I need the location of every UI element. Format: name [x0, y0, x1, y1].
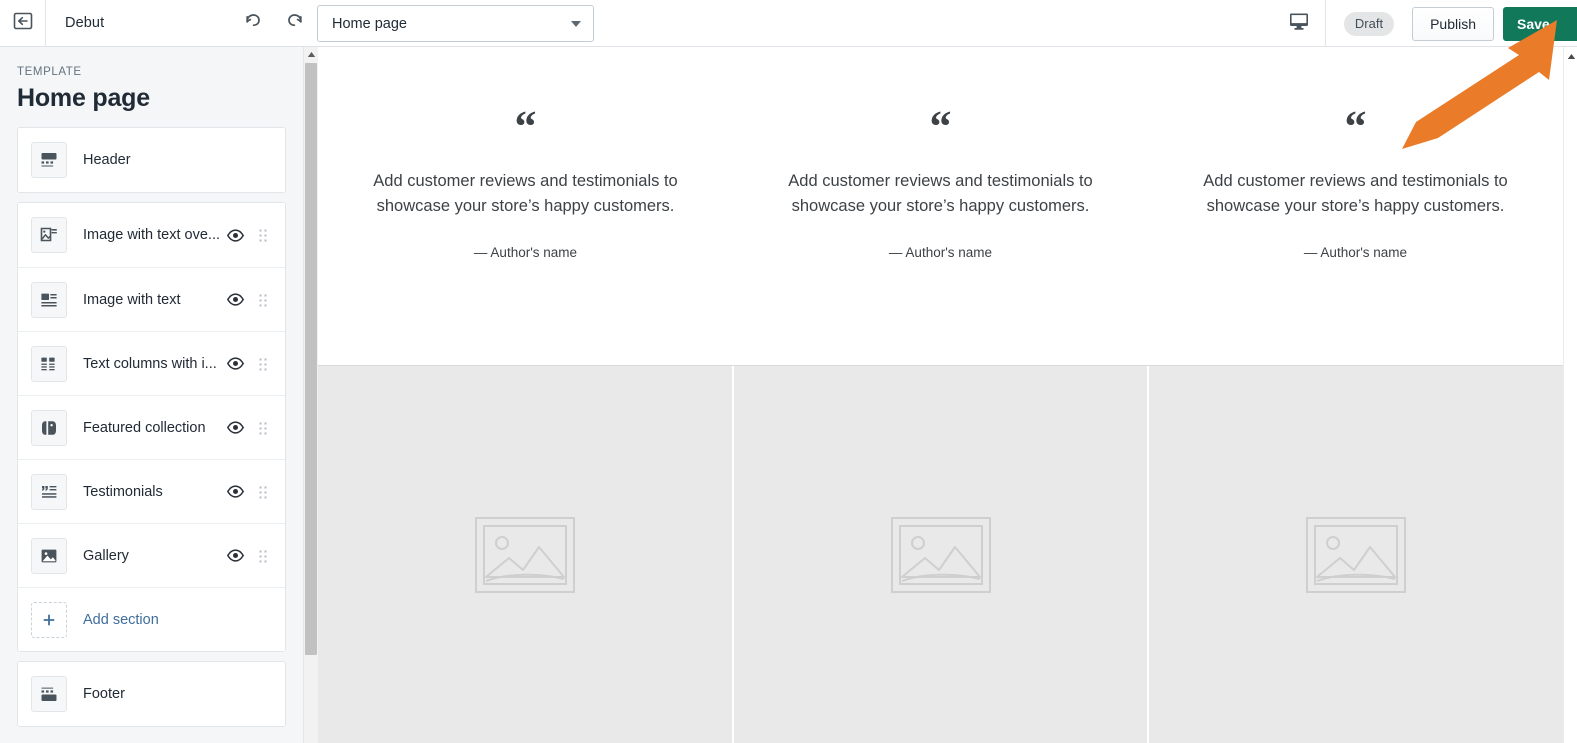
- sections-sidebar: TEMPLATE Home page Header Image with tex…: [0, 47, 303, 743]
- sidebar-scrollbar-thumb[interactable]: [305, 63, 317, 655]
- sidebar-item-image-with-text[interactable]: Image with text: [18, 267, 285, 331]
- sidebar-item-testimonials[interactable]: Testimonials: [18, 459, 285, 523]
- tag-icon: [31, 409, 67, 446]
- testimonial-item: “ Add customer reviews and testimonials …: [1148, 47, 1563, 365]
- drag-handle-icon[interactable]: [251, 351, 273, 377]
- visibility-toggle-icon[interactable]: [222, 543, 248, 569]
- undo-icon: [242, 10, 264, 37]
- testimonials-icon: [31, 473, 67, 510]
- image-placeholder-icon: [1306, 516, 1407, 593]
- sidebar-item-label: Featured collection: [83, 419, 206, 436]
- testimonial-text: Add customer reviews and testimonials to…: [373, 172, 678, 215]
- testimonial-text: Add customer reviews and testimonials to…: [1203, 172, 1508, 215]
- sidebar-item-gallery[interactable]: Gallery: [18, 523, 285, 587]
- visibility-toggle-icon[interactable]: [222, 287, 248, 313]
- drag-handle-icon[interactable]: [251, 415, 273, 441]
- page-selector-value: Home page: [332, 15, 407, 32]
- page-selector[interactable]: Home page: [317, 5, 594, 42]
- sidebar-item-text-columns-with-images[interactable]: Text columns with i...: [18, 331, 285, 395]
- sidebar-item-label: Image with text: [83, 291, 181, 308]
- quote-mark-icon: “: [1344, 102, 1367, 151]
- footer-section-icon: [31, 676, 67, 712]
- image-with-text-icon: [31, 281, 67, 318]
- testimonial-item: “ Add customer reviews and testimonials …: [733, 47, 1148, 365]
- sidebar-item-label: Image with text ove...: [83, 227, 221, 243]
- sidebar-item-image-with-text-overlay[interactable]: Image with text ove...: [18, 203, 285, 267]
- top-bar: Debut Home page Draft Publish Save: [0, 0, 1577, 47]
- toolbar-divider: [1324, 0, 1326, 47]
- testimonial-author: — Author's name: [473, 245, 578, 260]
- drag-handle-icon[interactable]: [251, 287, 273, 313]
- sidebar-item-label: Footer: [83, 686, 125, 702]
- gallery-item[interactable]: [1147, 366, 1563, 743]
- sidebar-item-label: Add section: [83, 611, 159, 628]
- theme-name: Debut: [65, 15, 105, 31]
- sidebar-item-label: Text columns with i...: [83, 355, 217, 372]
- gallery-section: [318, 365, 1563, 743]
- theme-preview: “ Add customer reviews and testimonials …: [318, 47, 1563, 743]
- text-columns-with-images-icon: [31, 345, 67, 382]
- image-placeholder-icon: [474, 516, 575, 593]
- sidebar-item-header[interactable]: Header: [18, 128, 285, 192]
- add-section-icon: [31, 601, 67, 638]
- visibility-toggle-icon[interactable]: [222, 222, 248, 248]
- testimonial-text: Add customer reviews and testimonials to…: [788, 172, 1093, 215]
- chevron-down-icon: [571, 20, 581, 27]
- scroll-up-arrow-icon[interactable]: [304, 47, 318, 61]
- visibility-toggle-icon[interactable]: [222, 415, 248, 441]
- section-group-header: Header: [17, 127, 286, 193]
- testimonial-author: — Author's name: [1303, 245, 1408, 260]
- sidebar-item-label: Testimonials: [83, 483, 163, 500]
- section-group-footer: Footer: [17, 661, 286, 727]
- testimonials-section: “ Add customer reviews and testimonials …: [318, 47, 1563, 365]
- desktop-monitor-icon: [1288, 11, 1310, 36]
- image-placeholder-icon: [890, 516, 991, 593]
- section-group-body: Image with text ove... Image with text T…: [17, 202, 286, 652]
- quote-mark-icon: “: [929, 102, 952, 151]
- device-preview-button[interactable]: [1277, 1, 1321, 47]
- status-badge: Draft: [1343, 11, 1395, 36]
- sidebar-scrollbar[interactable]: [303, 47, 318, 743]
- visibility-toggle-icon[interactable]: [222, 351, 248, 377]
- sidebar-item-label: Gallery: [83, 547, 129, 564]
- header-section-icon: [31, 142, 67, 178]
- testimonial-item: “ Add customer reviews and testimonials …: [318, 47, 733, 365]
- redo-button[interactable]: [282, 11, 308, 37]
- back-button[interactable]: [0, 0, 46, 46]
- drag-handle-icon[interactable]: [251, 222, 273, 248]
- gallery-item[interactable]: [318, 366, 732, 743]
- testimonial-author: — Author's name: [888, 245, 993, 260]
- publish-button[interactable]: Publish: [1412, 6, 1494, 41]
- page-title: Home page: [17, 84, 150, 112]
- back-arrow-icon: [12, 10, 34, 37]
- sidebar-item-label: Header: [83, 152, 131, 168]
- drag-handle-icon[interactable]: [251, 479, 273, 505]
- quote-mark-icon: “: [514, 102, 537, 151]
- visibility-toggle-icon[interactable]: [222, 479, 248, 505]
- scroll-up-arrow-icon[interactable]: [1564, 49, 1577, 63]
- sidebar-eyebrow: TEMPLATE: [17, 66, 82, 78]
- gallery-image-icon: [31, 537, 67, 574]
- undo-button[interactable]: [240, 11, 266, 37]
- redo-icon: [284, 10, 306, 37]
- preview-scrollbar[interactable]: [1563, 47, 1577, 743]
- drag-handle-icon[interactable]: [251, 543, 273, 569]
- top-bar-actions: Draft Publish Save: [1277, 0, 1577, 47]
- image-with-text-overlay-icon: [31, 217, 67, 253]
- save-button[interactable]: Save: [1503, 6, 1577, 41]
- history-controls: [240, 0, 308, 47]
- sidebar-item-add-section[interactable]: Add section: [18, 587, 285, 651]
- sidebar-item-featured-collection[interactable]: Featured collection: [18, 395, 285, 459]
- gallery-item[interactable]: [731, 366, 1148, 743]
- sidebar-item-footer[interactable]: Footer: [18, 662, 285, 726]
